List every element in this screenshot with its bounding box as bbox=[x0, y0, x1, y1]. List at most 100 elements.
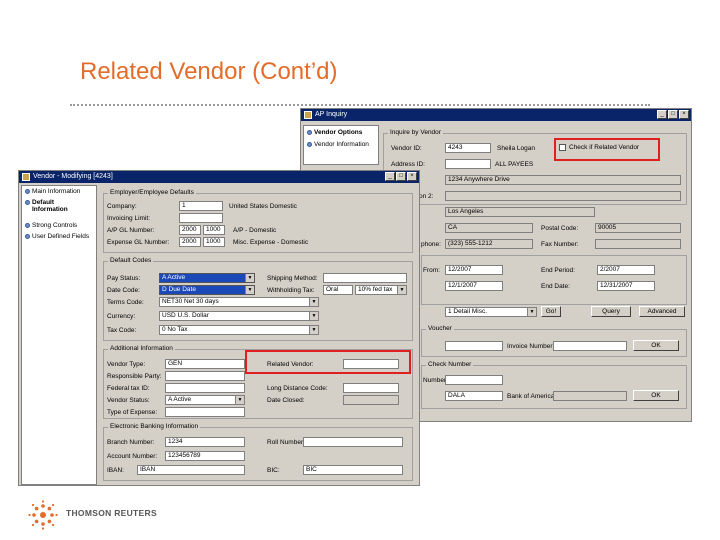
chevron-down-icon[interactable]: ▼ bbox=[235, 396, 244, 404]
terms-code-dropdown[interactable]: NET30 Net 30 days ▼ bbox=[159, 297, 319, 307]
close-button[interactable]: × bbox=[407, 172, 417, 181]
nav-item-vendor-options[interactable]: Vendor Options bbox=[307, 129, 362, 136]
end-period-field[interactable]: 2/2007 bbox=[597, 265, 655, 275]
account-number-label: Account Number: bbox=[107, 453, 158, 460]
company-field[interactable]: 1 bbox=[179, 201, 223, 211]
maximize-button[interactable]: □ bbox=[668, 110, 678, 119]
nav-item-user-defined-fields[interactable]: User Defined Fields bbox=[25, 233, 89, 240]
expense-gl-field-b[interactable]: 1000 bbox=[203, 237, 225, 247]
long-distance-code-field[interactable] bbox=[343, 383, 399, 393]
iban-field[interactable]: IBAN bbox=[137, 465, 245, 475]
responsible-party-label: Responsible Party: bbox=[107, 373, 162, 380]
pay-status-dropdown[interactable]: A Active ▼ bbox=[159, 273, 255, 283]
chevron-down-icon[interactable]: ▼ bbox=[309, 312, 318, 320]
bullet-icon bbox=[307, 130, 312, 135]
vendor-status-dropdown[interactable]: A Active ▼ bbox=[165, 395, 245, 405]
address2-label: on 2: bbox=[419, 193, 434, 200]
nav-item-vendor-information[interactable]: Vendor Information bbox=[307, 141, 369, 148]
advanced-button[interactable]: Advanced bbox=[639, 306, 685, 317]
minimize-button[interactable]: _ bbox=[385, 172, 395, 181]
ap-gl-field-a[interactable]: 2000 bbox=[179, 225, 201, 235]
ap-inquiry-titlebar[interactable]: AP Inquiry _ □ × bbox=[301, 109, 691, 121]
phone-field: (323) 555-1212 bbox=[445, 239, 533, 249]
vendor-type-label: Vendor Type: bbox=[107, 361, 146, 368]
nav-item-strong-controls[interactable]: Strong Controls bbox=[25, 222, 77, 229]
federal-tax-id-field[interactable] bbox=[165, 383, 245, 393]
chevron-down-icon[interactable]: ▼ bbox=[245, 286, 254, 294]
address-id-label: Address ID: bbox=[391, 161, 425, 168]
minimize-button[interactable]: _ bbox=[657, 110, 667, 119]
tax-code-dropdown[interactable]: 0 No Tax ▼ bbox=[159, 325, 319, 335]
chevron-down-icon[interactable]: ▼ bbox=[309, 326, 318, 334]
date-code-dropdown[interactable]: D Due Date ▼ bbox=[159, 285, 255, 295]
ap-gl-field-b[interactable]: 1000 bbox=[203, 225, 225, 235]
highlight-box-related-vendor bbox=[245, 350, 411, 374]
withholding-tax-dropdown[interactable]: 10% fed tax ▼ bbox=[355, 285, 407, 295]
inquire-group-title: Inquire by Vendor bbox=[388, 129, 443, 136]
period-from-field[interactable]: 12/2007 bbox=[445, 265, 503, 275]
query-button[interactable]: Query bbox=[591, 306, 631, 317]
ok-button-voucher[interactable]: OK bbox=[633, 340, 679, 351]
account-number-field[interactable]: 123456789 bbox=[165, 451, 245, 461]
vendor-modifying-titlebar[interactable]: Vendor - Modifying [4243] _ □ × bbox=[19, 171, 419, 183]
chevron-down-icon[interactable]: ▼ bbox=[309, 298, 318, 306]
slide-title: Related Vendor (Cont’d) bbox=[80, 58, 338, 85]
tax-code-label: Tax Code: bbox=[107, 327, 137, 334]
bullet-icon bbox=[25, 234, 30, 239]
voucher-field[interactable] bbox=[445, 341, 503, 351]
bic-label: BIC: bbox=[267, 467, 280, 474]
bullet-icon bbox=[25, 189, 30, 194]
currency-dropdown[interactable]: USD U.S. Dollar ▼ bbox=[159, 311, 319, 321]
option-dropdown[interactable]: 1 Detail Misc. ▼ bbox=[445, 307, 537, 317]
shipping-method-field[interactable] bbox=[323, 273, 407, 283]
date-closed-label: Date Closed: bbox=[267, 397, 305, 404]
expense-gl-desc: Misc. Expense - Domestic bbox=[233, 239, 309, 246]
highlight-box-check bbox=[554, 138, 660, 161]
state-field: CA bbox=[445, 223, 533, 233]
address-id-field[interactable] bbox=[445, 159, 491, 169]
fax-label: Fax Number: bbox=[541, 241, 579, 248]
title-divider bbox=[70, 104, 650, 106]
check-number-field[interactable] bbox=[445, 375, 503, 385]
from-date-field[interactable]: 12/1/2007 bbox=[445, 281, 503, 291]
vendor-id-field[interactable]: 4243 bbox=[445, 143, 491, 153]
invoicing-limit-label: Invoicing Limit: bbox=[107, 215, 150, 222]
brand-name: THOMSON REUTERS bbox=[66, 508, 157, 518]
ok-button-check[interactable]: OK bbox=[633, 390, 679, 401]
end-period-label: End Period: bbox=[541, 267, 575, 274]
vendor-nav-panel: Main Information Default Information Str… bbox=[21, 185, 97, 485]
bank-extra-field bbox=[553, 391, 627, 401]
company-desc: United States Domestic bbox=[229, 203, 297, 210]
invoicing-limit-field[interactable] bbox=[179, 213, 223, 223]
close-button[interactable]: × bbox=[679, 110, 689, 119]
nav-item-main-information[interactable]: Main Information bbox=[25, 188, 80, 195]
pay-status-label: Pay Status: bbox=[107, 275, 141, 282]
invoice-number-field[interactable] bbox=[553, 341, 627, 351]
roll-number-field[interactable] bbox=[303, 437, 403, 447]
chevron-down-icon[interactable]: ▼ bbox=[397, 286, 406, 294]
chevron-down-icon[interactable]: ▼ bbox=[527, 308, 536, 316]
bullet-icon bbox=[307, 142, 312, 147]
chevron-down-icon[interactable]: ▼ bbox=[245, 274, 254, 282]
bic-field[interactable]: BIC bbox=[303, 465, 403, 475]
end-date-field[interactable]: 12/31/2007 bbox=[597, 281, 655, 291]
app-icon bbox=[304, 111, 312, 119]
nav-item-default-information[interactable]: Default Information bbox=[25, 199, 81, 213]
expense-gl-field-a[interactable]: 2000 bbox=[179, 237, 201, 247]
withholding-tax-field-a[interactable]: Oral bbox=[323, 285, 353, 295]
type-of-expense-label: Type of Expense: bbox=[107, 409, 158, 416]
date-code-label: Date Code: bbox=[107, 287, 140, 294]
ap-gl-desc: A/P - Domestic bbox=[233, 227, 277, 234]
type-of-expense-field[interactable] bbox=[165, 407, 245, 417]
responsible-party-field[interactable] bbox=[165, 371, 245, 381]
go-button[interactable]: Go! bbox=[541, 306, 561, 317]
vendor-type-field[interactable]: GEN bbox=[165, 359, 245, 369]
branch-number-field[interactable]: 1234 bbox=[165, 437, 245, 447]
vendor-modifying-title: Vendor - Modifying [4243] bbox=[33, 173, 113, 180]
long-distance-code-label: Long Distance Code: bbox=[267, 385, 328, 392]
bank-code-field[interactable]: DALA bbox=[445, 391, 503, 401]
maximize-button[interactable]: □ bbox=[396, 172, 406, 181]
all-payees-text: ALL PAYEES bbox=[495, 161, 534, 168]
address2-field bbox=[445, 191, 681, 201]
shipping-method-label: Shipping Method: bbox=[267, 275, 318, 282]
